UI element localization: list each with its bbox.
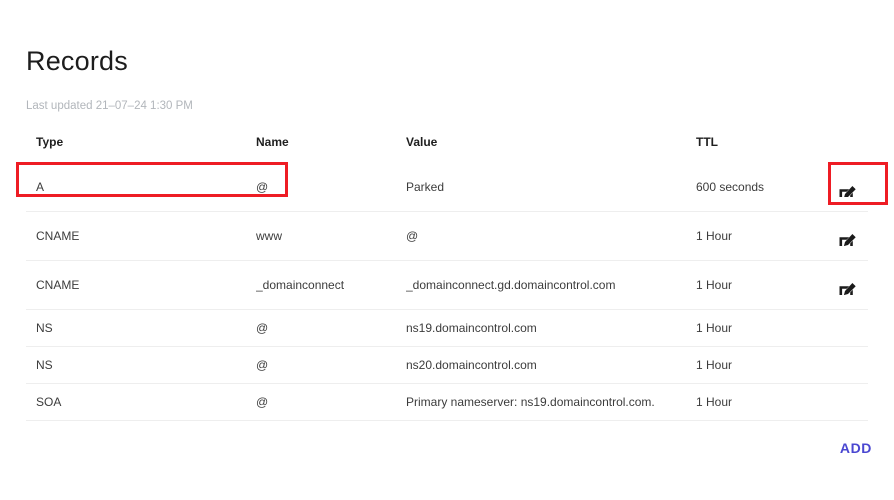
cell-name: @: [256, 321, 269, 335]
cell-actions: [826, 227, 868, 246]
cell-value: @: [406, 229, 419, 243]
cell-ttl: 1 Hour: [696, 229, 733, 243]
cell-type: NS: [36, 358, 53, 372]
column-header-type: Type: [36, 135, 64, 149]
cell-value: _domainconnect.gd.domaincontrol.com: [406, 278, 616, 292]
cell-name: @: [256, 358, 269, 372]
column-header-actions: [826, 130, 868, 135]
cell-value: Primary nameserver: ns19.domaincontrol.c…: [406, 395, 655, 409]
cell-type: SOA: [36, 395, 62, 409]
cell-value: ns20.domaincontrol.com: [406, 358, 537, 372]
cell-ttl: 1 Hour: [696, 278, 733, 292]
cell-value: Parked: [406, 180, 445, 194]
cell-ttl: 600 seconds: [696, 180, 765, 194]
table-row[interactable]: NS @ ns19.domaincontrol.com 1 Hour: [26, 310, 868, 347]
column-header-ttl: TTL: [696, 135, 718, 149]
dns-records-table: Type Name Value TTL A @ Parked 600 secon…: [26, 130, 868, 421]
cell-type: CNAME: [36, 278, 80, 292]
cell-value: ns19.domaincontrol.com: [406, 321, 537, 335]
cell-actions: [826, 276, 868, 295]
table-row[interactable]: CNAME _domainconnect _domainconnect.gd.d…: [26, 261, 868, 310]
table-row[interactable]: NS @ ns20.domaincontrol.com 1 Hour: [26, 347, 868, 384]
cell-type: A: [36, 180, 45, 194]
edit-pencil-square-icon[interactable]: [838, 233, 857, 246]
cell-name: www: [256, 229, 282, 243]
cell-ttl: 1 Hour: [696, 358, 733, 372]
cell-ttl: 1 Hour: [696, 395, 733, 409]
column-header-name: Name: [256, 135, 289, 149]
table-header-row: Type Name Value TTL: [26, 130, 868, 163]
edit-pencil-square-icon[interactable]: [838, 185, 857, 197]
table-row[interactable]: A @ Parked 600 seconds: [26, 163, 868, 212]
cell-type: NS: [36, 321, 53, 335]
cell-ttl: 1 Hour: [696, 321, 733, 335]
records-page: Records Last updated 21–07–24 1:30 PM Ty…: [0, 0, 894, 500]
add-record-button[interactable]: ADD: [836, 438, 876, 458]
table-row[interactable]: SOA @ Primary nameserver: ns19.domaincon…: [26, 384, 868, 421]
cell-type: CNAME: [36, 229, 80, 243]
table-row[interactable]: CNAME www @ 1 Hour: [26, 212, 868, 261]
cell-name: _domainconnect: [256, 278, 345, 292]
column-header-value: Value: [406, 135, 438, 149]
last-updated-text: Last updated 21–07–24 1:30 PM: [26, 100, 193, 112]
edit-pencil-square-icon[interactable]: [838, 282, 857, 295]
cell-name: @: [256, 180, 269, 194]
page-title: Records: [26, 46, 128, 76]
cell-name: @: [256, 395, 269, 409]
cell-actions: [826, 178, 868, 197]
